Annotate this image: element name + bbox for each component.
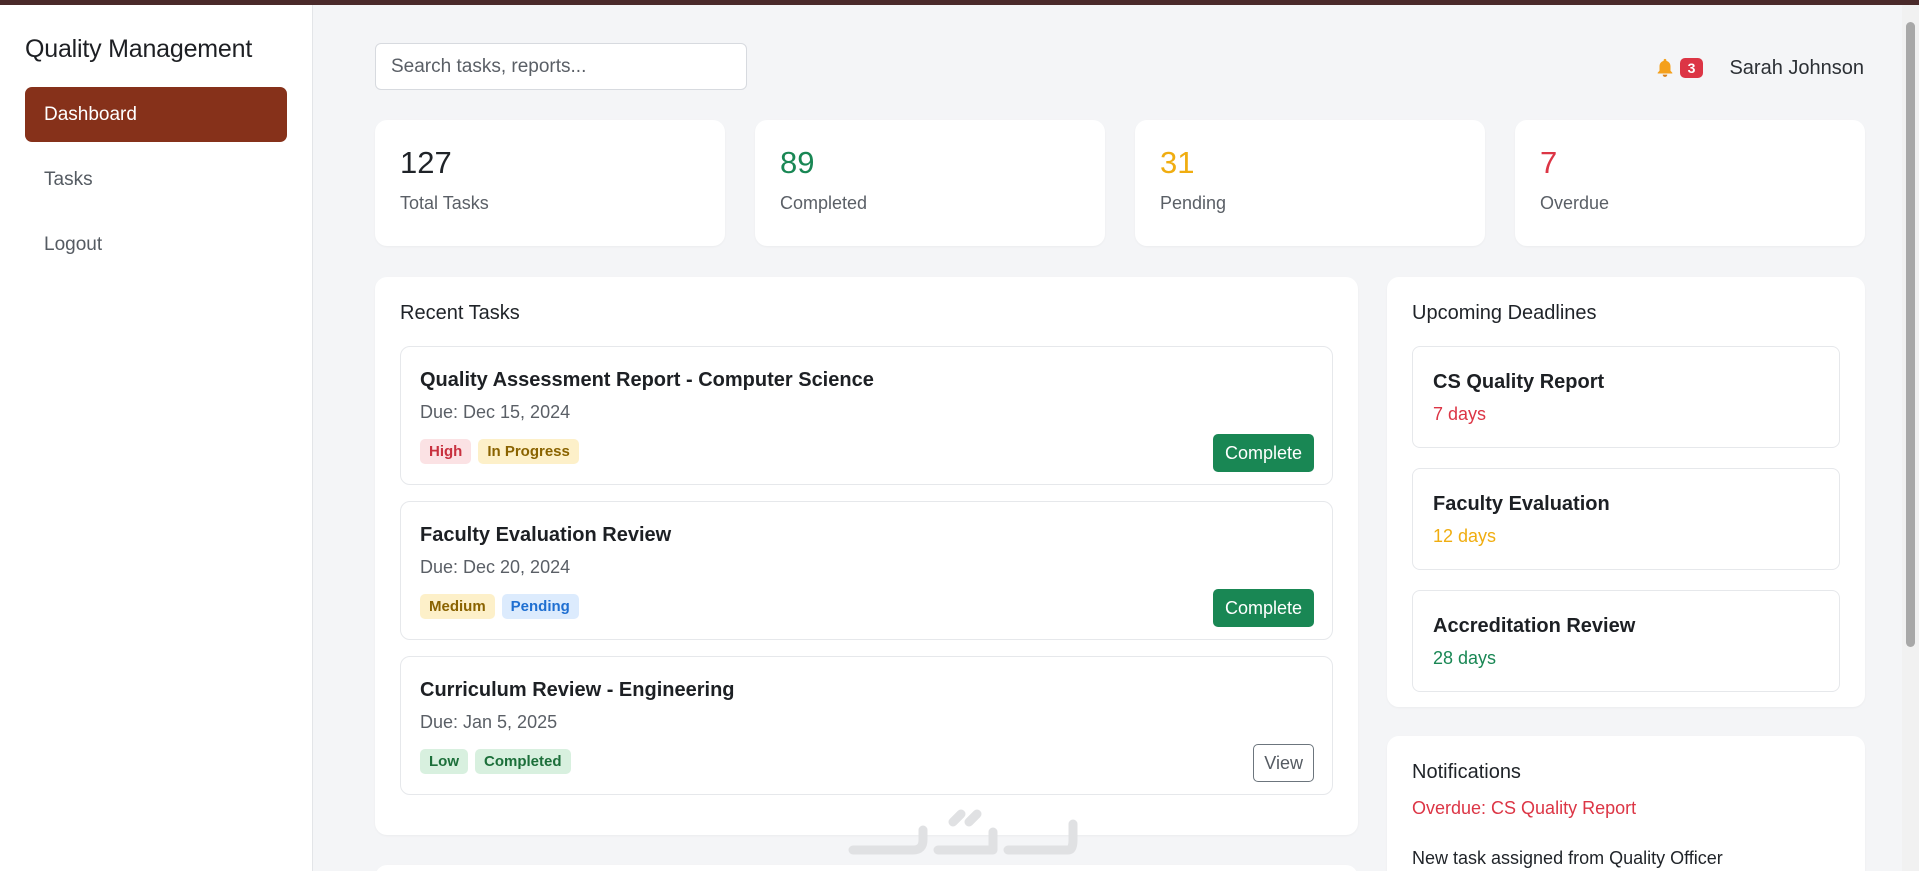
deadline-days: 7 days	[1433, 404, 1487, 424]
view-button[interactable]: View	[1253, 744, 1314, 782]
upcoming-deadlines-panel: Upcoming Deadlines CS Quality Report 7 d…	[1387, 277, 1865, 707]
stats-row: 127 Total Tasks 89 Completed 31 Pending …	[375, 120, 1865, 246]
stat-value: 31	[1160, 145, 1195, 180]
deadline-card[interactable]: Accreditation Review 28 days	[1412, 590, 1840, 692]
notification-item[interactable]: New task assigned from Quality Officer	[1412, 848, 1840, 869]
status-badge: Completed	[475, 749, 571, 774]
task-tags: Medium Pending	[420, 594, 1313, 619]
status-badge: Pending	[501, 594, 579, 619]
complete-button[interactable]: Complete	[1212, 589, 1314, 627]
stat-value: 127	[400, 145, 452, 180]
priority-badge: High	[420, 439, 472, 464]
recent-tasks-panel: Recent Tasks Quality Assessment Report -…	[375, 277, 1358, 835]
deadline-card[interactable]: Faculty Evaluation 12 days	[1412, 468, 1840, 570]
complete-button[interactable]: Complete	[1212, 434, 1314, 472]
stat-card-overdue: 7 Overdue	[1515, 120, 1865, 246]
task-title: Faculty Evaluation Review	[420, 524, 672, 546]
deadline-days: 12 days	[1433, 526, 1497, 546]
app-title: Quality Management	[25, 35, 253, 63]
stat-label: Total Tasks	[400, 193, 489, 213]
scrollbar-thumb[interactable]	[1906, 22, 1915, 647]
stat-card-total-tasks: 127 Total Tasks	[375, 120, 725, 246]
deadline-card[interactable]: CS Quality Report 7 days	[1412, 346, 1840, 448]
sidebar-item-dashboard[interactable]: Dashboard	[25, 87, 287, 142]
stat-card-pending: 31 Pending	[1135, 120, 1485, 246]
task-due-date: Due: Jan 5, 2025	[420, 712, 558, 732]
deadline-title: CS Quality Report	[1433, 371, 1605, 393]
stat-label: Completed	[780, 193, 868, 213]
watermark-logo	[848, 809, 1078, 855]
task-due-date: Due: Dec 15, 2024	[420, 402, 571, 422]
deadlines-title: Upcoming Deadlines	[1412, 302, 1597, 324]
priority-badge: Medium	[420, 594, 495, 619]
task-tags: Low Completed	[420, 749, 1313, 774]
lower-panel	[375, 865, 1358, 871]
task-due-date: Due: Dec 20, 2024	[420, 557, 571, 577]
stat-label: Overdue	[1540, 193, 1610, 213]
task-title: Quality Assessment Report - Computer Sci…	[420, 369, 874, 391]
stat-value: 7	[1540, 145, 1558, 180]
task-card: Faculty Evaluation Review Due: Dec 20, 2…	[400, 501, 1333, 640]
recent-tasks-title: Recent Tasks	[400, 302, 520, 324]
bell-icon[interactable]	[1654, 57, 1676, 79]
priority-badge: Low	[420, 749, 468, 774]
notification-item[interactable]: Overdue: CS Quality Report	[1412, 798, 1840, 819]
header-user-area: 3 Sarah Johnson	[1654, 55, 1864, 81]
deadline-title: Accreditation Review	[1433, 615, 1636, 637]
notifications-panel: Notifications Overdue: CS Quality Report…	[1387, 736, 1865, 871]
search-input[interactable]	[375, 43, 747, 90]
task-card: Curriculum Review - Engineering Due: Jan…	[400, 656, 1333, 795]
notification-count-badge[interactable]: 3	[1679, 58, 1704, 78]
status-badge: In Progress	[478, 439, 579, 464]
stat-card-completed: 89 Completed	[755, 120, 1105, 246]
stat-value: 89	[780, 145, 815, 180]
notifications-title: Notifications	[1412, 761, 1521, 783]
task-tags: High In Progress	[420, 439, 1313, 464]
sidebar-item-logout[interactable]: Logout	[25, 217, 287, 272]
deadline-days: 28 days	[1433, 648, 1497, 668]
task-title: Curriculum Review - Engineering	[420, 679, 735, 701]
task-card: Quality Assessment Report - Computer Sci…	[400, 346, 1333, 485]
stat-label: Pending	[1160, 193, 1227, 213]
sidebar-item-tasks[interactable]: Tasks	[25, 152, 287, 207]
sidebar: Quality Management Dashboard Tasks Logou…	[0, 5, 313, 871]
deadline-title: Faculty Evaluation	[1433, 493, 1610, 515]
user-name[interactable]: Sarah Johnson	[1729, 57, 1864, 80]
